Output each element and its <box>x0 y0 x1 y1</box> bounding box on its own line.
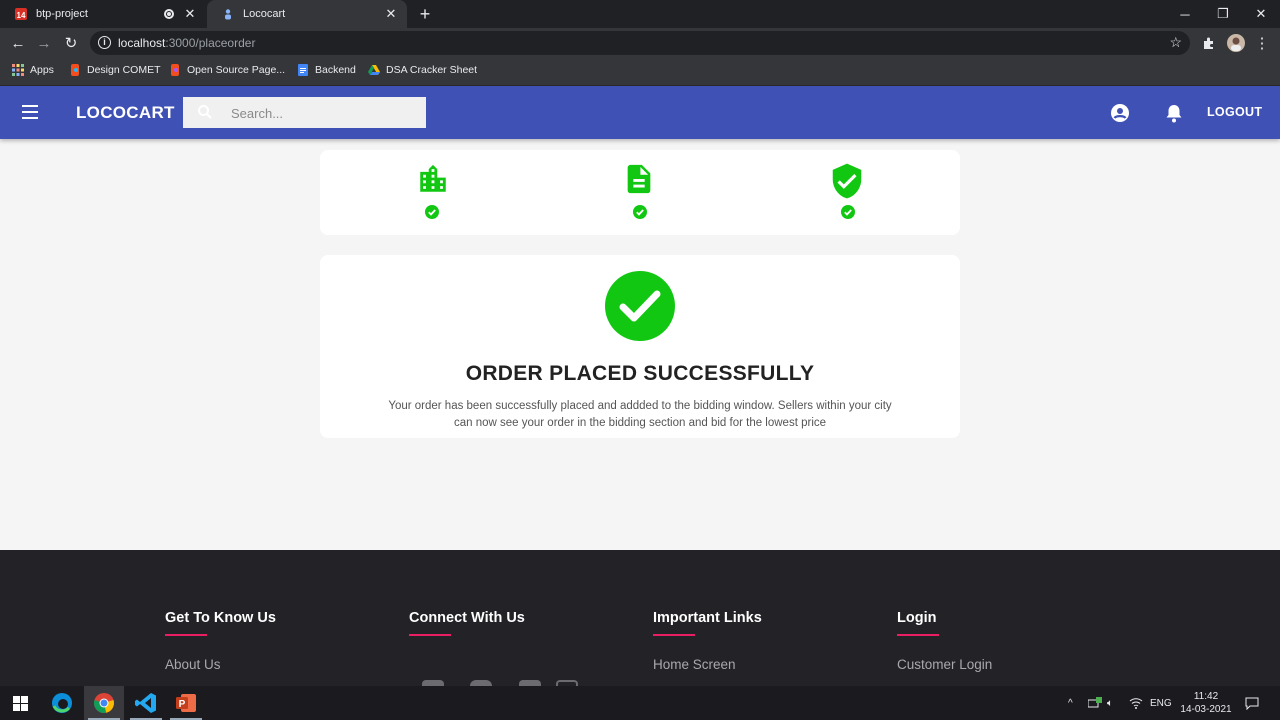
footer-link-about-us[interactable]: About Us <box>165 657 276 672</box>
footer-col-know-us: Get To Know Us About Us <box>165 610 276 672</box>
check-circle-icon <box>841 205 855 219</box>
figma-icon <box>69 64 81 76</box>
footer-col-connect: Connect With Us <box>409 610 525 636</box>
heading-underline <box>897 634 939 636</box>
account-circle-icon[interactable] <box>1111 104 1129 122</box>
success-title: ORDER PLACED SUCCESSFULLY <box>465 362 815 385</box>
search-box[interactable] <box>183 97 426 128</box>
footer-heading: Get To Know Us <box>165 610 276 626</box>
notification-center-icon[interactable] <box>1245 686 1259 720</box>
bookmarks-bar: Apps Design COMET Open Source Page... Ba… <box>0 58 1280 86</box>
bookmark-open-source-page[interactable]: Open Source Page... <box>169 64 285 76</box>
windows-start-icon[interactable] <box>0 686 40 720</box>
footer-col-important-links: Important Links Home Screen <box>653 610 762 672</box>
site-info-icon[interactable]: i <box>98 36 111 49</box>
order-success-card: ORDER PLACED SUCCESSFULLY Your order has… <box>320 255 960 438</box>
search-input[interactable] <box>231 103 411 123</box>
footer-heading: Important Links <box>653 610 762 626</box>
figma-icon <box>169 64 181 76</box>
site-footer: Get To Know Us About Us Connect With Us … <box>0 550 1280 686</box>
powerpoint-icon[interactable]: P <box>166 686 206 720</box>
bookmark-star-icon[interactable]: ☆ <box>1169 34 1182 51</box>
close-tab-icon[interactable]: ✕ <box>383 6 399 22</box>
tray-network-icon[interactable] <box>1088 686 1102 720</box>
reload-icon[interactable]: ↻ <box>61 33 81 53</box>
forward-icon[interactable]: → <box>34 33 54 53</box>
step-confirm <box>828 162 868 205</box>
bookmark-dsa-cracker-sheet[interactable]: DSA Cracker Sheet <box>368 64 477 76</box>
step-address <box>416 162 456 201</box>
success-message: Your order has been successfully placed … <box>388 400 892 429</box>
edge-icon[interactable] <box>42 686 82 720</box>
tab-title: Lococart <box>243 8 286 20</box>
browser-tab-lococart[interactable]: Lococart ✕ <box>207 0 407 28</box>
tab-title: btp-project <box>36 8 88 20</box>
notification-bell-icon[interactable] <box>1165 103 1183 123</box>
app-header: LOCOCART LOGOUT <box>0 86 1280 139</box>
shield-check-icon <box>832 163 862 199</box>
footer-heading: Login <box>897 610 937 626</box>
success-check-icon <box>605 271 675 341</box>
step-details <box>622 162 662 201</box>
heading-underline <box>165 634 207 636</box>
tray-volume-icon[interactable]: 🔈︎ <box>1107 686 1113 720</box>
url-text: localhost:3000/placeorder <box>118 36 256 50</box>
browser-tab-btp-project[interactable]: 14 btp-project ✕ <box>0 0 206 28</box>
browser-toolbar: ← → ↻ i localhost:3000/placeorder ☆ ⋮ <box>0 28 1280 58</box>
browser-menu-icon[interactable]: ⋮ <box>1252 33 1272 53</box>
browser-tab-strip: 14 btp-project ✕ Lococart ✕ + ─ ❐ ✕ <box>0 0 1280 28</box>
maximize-icon[interactable]: ❐ <box>1204 0 1242 28</box>
drive-icon <box>368 64 380 76</box>
vscode-icon[interactable] <box>126 686 166 720</box>
docs-icon <box>297 64 309 76</box>
extensions-icon[interactable] <box>1199 33 1219 53</box>
tray-wifi-icon[interactable] <box>1129 686 1143 720</box>
footer-link-home-screen[interactable]: Home Screen <box>653 657 762 672</box>
tray-chevron-icon[interactable]: ^ <box>1068 686 1073 720</box>
logout-button[interactable]: LOGOUT <box>1207 105 1262 119</box>
document-icon <box>627 164 651 194</box>
close-tab-icon[interactable]: ✕ <box>182 6 198 22</box>
brand-logo[interactable]: LOCOCART <box>76 103 175 123</box>
hamburger-menu-icon[interactable] <box>22 105 38 119</box>
svg-text:14: 14 <box>17 11 26 20</box>
chrome-icon[interactable] <box>84 686 124 720</box>
order-steps-card <box>320 150 960 235</box>
footer-link-customer-login[interactable]: Customer Login <box>897 657 992 672</box>
search-icon <box>198 105 212 119</box>
heading-underline <box>653 634 695 636</box>
building-icon <box>420 164 446 192</box>
svg-text:P: P <box>179 699 186 710</box>
heading-underline <box>409 634 451 636</box>
profile-avatar[interactable] <box>1226 33 1246 53</box>
person-favicon-icon <box>221 7 235 21</box>
bookmark-design-comet[interactable]: Design COMET <box>69 64 161 76</box>
bookmark-backend[interactable]: Backend <box>297 64 356 76</box>
apps-grid-icon <box>12 64 24 76</box>
tray-language[interactable]: ENG <box>1150 686 1172 720</box>
check-circle-icon <box>425 205 439 219</box>
check-circle-icon <box>633 205 647 219</box>
address-bar[interactable]: i localhost:3000/placeorder ☆ <box>90 31 1190 55</box>
minimize-icon[interactable]: ─ <box>1166 0 1204 28</box>
footer-col-login: Login Customer Login <box>897 610 992 672</box>
new-tab-button[interactable]: + <box>416 5 434 23</box>
bookmark-apps[interactable]: Apps <box>12 64 54 76</box>
close-window-icon[interactable]: ✕ <box>1242 0 1280 28</box>
windows-taskbar: P ^ 🔈︎ ENG 11:42 14-03-2021 <box>0 686 1280 720</box>
recording-icon <box>164 9 174 19</box>
footer-heading: Connect With Us <box>409 610 525 626</box>
tray-clock[interactable]: 11:42 14-03-2021 <box>1176 690 1236 716</box>
figma-favicon-icon: 14 <box>14 7 28 21</box>
back-icon[interactable]: ← <box>8 33 28 53</box>
